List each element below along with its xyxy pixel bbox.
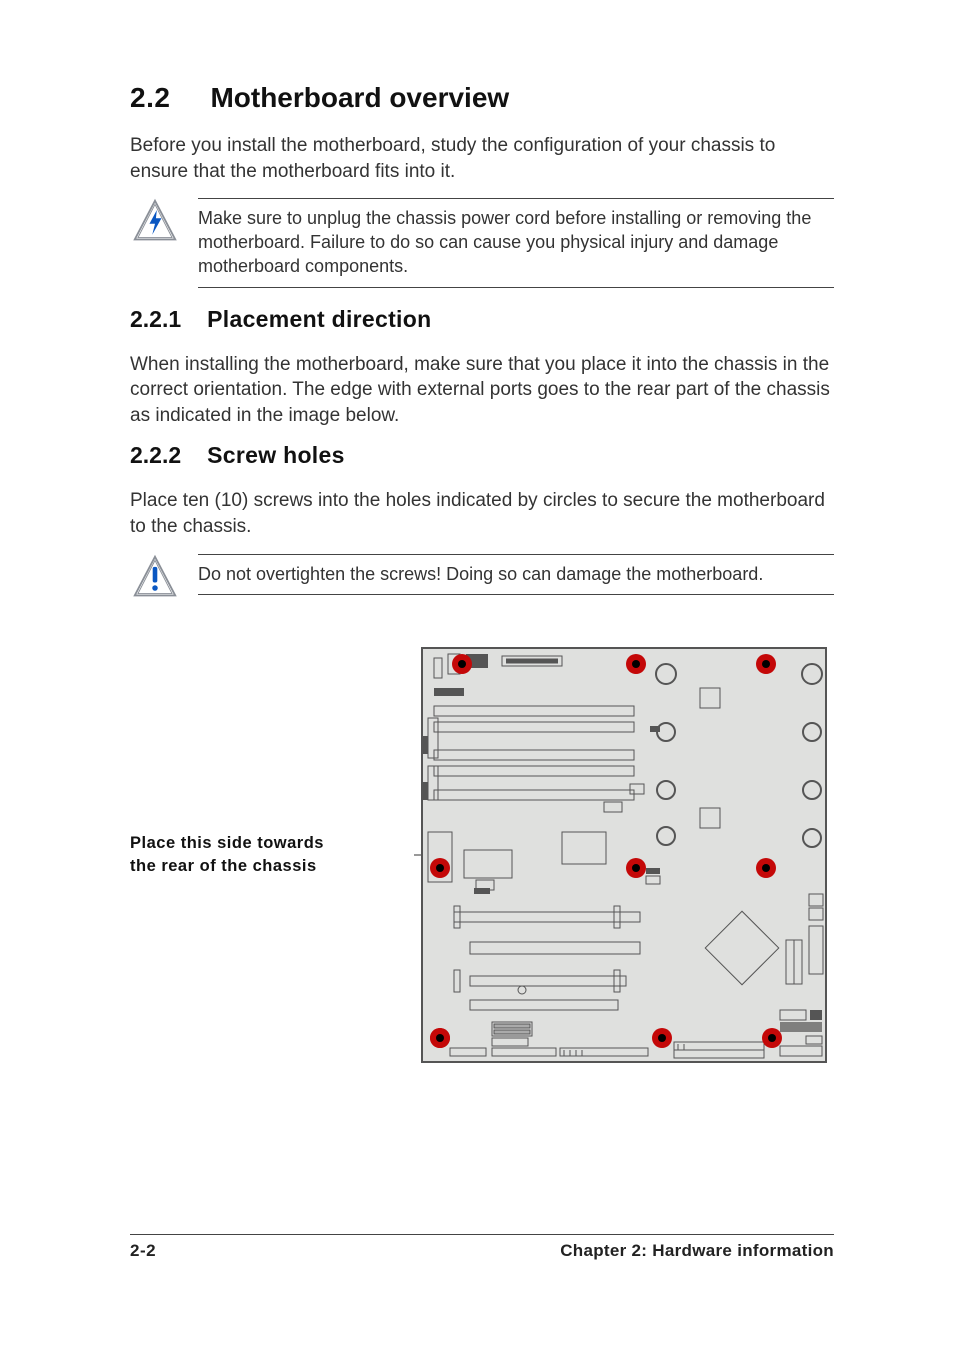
footer-chapter-label: Chapter 2: xyxy=(560,1241,647,1260)
lightning-triangle-icon xyxy=(132,198,178,244)
subsection-body: Place ten (10) screws into the holes ind… xyxy=(130,488,834,539)
intro-paragraph: Before you install the motherboard, stud… xyxy=(130,133,834,184)
caution-note: Do not overtighten the screws! Doing so … xyxy=(130,554,834,600)
motherboard-diagram xyxy=(414,640,834,1070)
warning-text-container: Make sure to unplug the chassis power co… xyxy=(198,198,834,287)
page-footer: 2-2 Chapter 2: Hardware information xyxy=(130,1234,834,1261)
footer-chapter-title: Hardware information xyxy=(652,1241,834,1260)
exclamation-triangle-icon xyxy=(132,554,178,600)
subsection-number: 2.2.2 xyxy=(130,442,181,469)
section-heading: 2.2 Motherboard overview xyxy=(130,82,834,114)
subsection-body: When installing the motherboard, make su… xyxy=(130,352,834,429)
diagram-label-line2: the rear of the chassis xyxy=(130,857,317,875)
diagram-label-column: Place this side towards the rear of the … xyxy=(130,832,396,877)
caution-text-container: Do not overtighten the screws! Doing so … xyxy=(198,554,834,596)
caution-text: Do not overtighten the screws! Doing so … xyxy=(198,563,834,587)
warning-text: Make sure to unplug the chassis power co… xyxy=(198,207,834,278)
footer-chapter: Chapter 2: Hardware information xyxy=(560,1241,834,1261)
document-page: 2.2 Motherboard overview Before you inst… xyxy=(0,0,954,1351)
heading-number: 2.2 xyxy=(130,82,170,114)
subsection-heading: 2.2.2 Screw holes xyxy=(130,442,834,469)
warning-note: Make sure to unplug the chassis power co… xyxy=(130,198,834,287)
diagram-label: Place this side towards the rear of the … xyxy=(130,832,396,877)
motherboard-diagram-area: Place this side towards the rear of the … xyxy=(130,640,834,1070)
subsection-title: Screw holes xyxy=(207,442,345,469)
subsection-number: 2.2.1 xyxy=(130,306,181,333)
diagram-label-line1: Place this side towards xyxy=(130,834,324,852)
footer-page-number: 2-2 xyxy=(130,1241,156,1261)
subsection-title: Placement direction xyxy=(207,306,431,333)
heading-title: Motherboard overview xyxy=(210,82,509,114)
subsection-heading: 2.2.1 Placement direction xyxy=(130,306,834,333)
footer-rule xyxy=(130,1234,834,1235)
